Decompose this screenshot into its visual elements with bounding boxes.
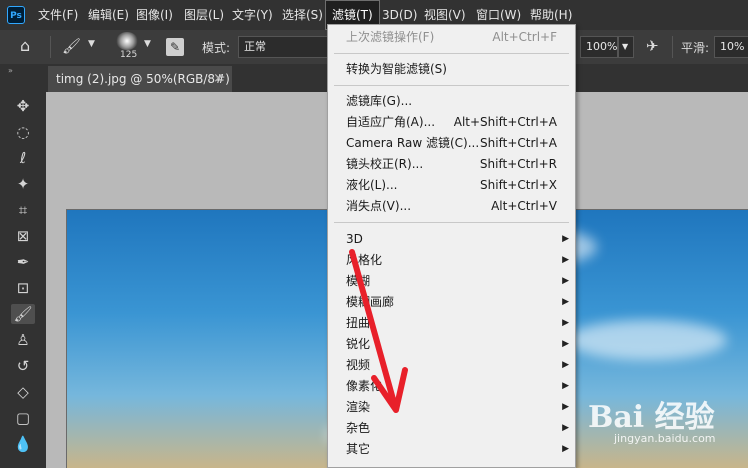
menu-item-camera-raw[interactable]: Camera Raw 滤镜(C)... Shift+Ctrl+A [328,133,575,154]
menu-item-blur[interactable]: 模糊 ▶ [328,271,575,292]
menu-item-video[interactable]: 视频 ▶ [328,355,575,376]
submenu-arrow-icon: ▶ [562,255,569,265]
document-tab[interactable]: timg (2).jpg @ 50%(RGB/8#) × [48,66,232,92]
move-icon[interactable]: ✥ [11,96,35,116]
submenu-arrow-icon: ▶ [562,276,569,286]
crop-icon[interactable]: ⌗ [11,200,35,220]
clone-stamp-icon[interactable]: ♙ [11,330,35,350]
eraser-icon[interactable]: ◇ [11,382,35,402]
menu-file[interactable]: 文件(F) [32,0,84,30]
brush-preset-icon[interactable] [116,32,138,50]
mode-label: 模式: [202,41,231,55]
submenu-arrow-icon: ▶ [562,423,569,433]
menu-item-render[interactable]: 渲染 ▶ [328,397,575,418]
options-divider [672,36,673,58]
filter-menu-dropdown: 上次滤镜操作(F) Alt+Ctrl+F 转换为智能滤镜(S) 滤镜库(G)..… [327,24,576,468]
frame-icon[interactable]: ⊠ [11,226,35,246]
history-brush-icon[interactable]: ↺ [11,356,35,376]
menu-item-noise[interactable]: 杂色 ▶ [328,418,575,439]
gradient-icon[interactable]: ▢ [11,408,35,428]
submenu-arrow-icon: ▶ [562,360,569,370]
elliptical-marquee-icon[interactable]: ◌ [11,122,35,142]
menu-item-lens-correction[interactable]: 镜头校正(R)... Shift+Ctrl+R [328,154,575,175]
smoothing-field[interactable]: 10% [714,36,748,58]
brush-icon[interactable]: 🖌 [62,37,81,55]
magic-wand-icon[interactable]: ✦ [11,174,35,194]
chevron-down-icon[interactable]: ▼ [88,39,95,49]
chevron-down-icon[interactable]: ▼ [144,39,151,49]
menu-item-adaptive-wide-angle[interactable]: 自适应广角(A)... Alt+Shift+Ctrl+A [328,112,575,133]
watermark-url: jingyan.baidu.com [614,432,716,445]
healing-brush-icon[interactable]: ⊡ [11,278,35,298]
submenu-arrow-icon: ▶ [562,297,569,307]
options-divider [50,36,51,58]
baidu-watermark: Bai 经验 jingyan.baidu.com [582,392,742,456]
chevron-down-icon[interactable]: ▼ [618,36,634,58]
menu-item-pixelate[interactable]: 像素化 ▶ [328,376,575,397]
submenu-arrow-icon: ▶ [562,318,569,328]
watermark-logo: Bai 经验 [588,400,715,435]
eyedropper-icon[interactable]: ✒ [11,252,35,272]
submenu-arrow-icon: ▶ [562,444,569,454]
submenu-arrow-icon: ▶ [562,402,569,412]
menu-item-liquify[interactable]: 液化(L)... Shift+Ctrl+X [328,175,575,196]
submenu-arrow-icon: ▶ [562,339,569,349]
tools-panel: » ✥ ◌ ℓ ✦ ⌗ ⊠ ✒ ⊡ 🖌 ♙ ↺ ◇ ▢ 💧 [0,64,46,468]
menu-item-3d[interactable]: 3D ▶ [328,229,575,250]
document-tab-title: timg (2).jpg @ 50%(RGB/8#) [56,72,230,86]
flow-field[interactable]: 100% [580,36,618,58]
menu-divider [334,53,569,54]
brush-size-value: 125 [120,50,138,60]
brush-panel-icon[interactable]: ✎ [166,38,184,56]
menu-layer[interactable]: 图层(L) [178,0,230,30]
menu-item-last-filter[interactable]: 上次滤镜操作(F) Alt+Ctrl+F [328,27,575,48]
menu-item-other[interactable]: 其它 ▶ [328,439,575,460]
mode-select[interactable]: 正常 [238,36,330,58]
submenu-arrow-icon: ▶ [562,381,569,391]
menu-item-filter-gallery[interactable]: 滤镜库(G)... [328,91,575,112]
photoshop-logo: Ps [7,6,25,24]
menu-divider [334,85,569,86]
menu-type[interactable]: 文字(Y) [226,0,279,30]
menu-item-vanishing-point[interactable]: 消失点(V)... Alt+Ctrl+V [328,196,575,217]
menu-item-sharpen[interactable]: 锐化 ▶ [328,334,575,355]
menu-item-blur-gallery[interactable]: 模糊画廊 ▶ [328,292,575,313]
menu-edit[interactable]: 编辑(E) [82,0,135,30]
cloud-shape [567,320,727,360]
menu-select[interactable]: 选择(S) [276,0,329,30]
close-icon[interactable]: × [213,66,224,92]
menu-divider [334,222,569,223]
airbrush-icon[interactable]: ✈ [646,37,659,55]
collapse-panel-icon[interactable]: » [8,66,13,75]
menu-item-convert-smart-filter[interactable]: 转换为智能滤镜(S) [328,59,575,80]
brush-icon[interactable]: 🖌 [11,304,35,324]
lasso-icon[interactable]: ℓ [11,148,35,168]
submenu-arrow-icon: ▶ [562,234,569,244]
home-icon[interactable]: ⌂ [20,36,30,55]
menu-item-stylize[interactable]: 风格化 ▶ [328,250,575,271]
blur-icon[interactable]: 💧 [11,434,35,454]
menu-image[interactable]: 图像(I) [130,0,179,30]
smoothing-label: 平滑: [681,41,710,55]
menu-item-distort[interactable]: 扭曲 ▶ [328,313,575,334]
